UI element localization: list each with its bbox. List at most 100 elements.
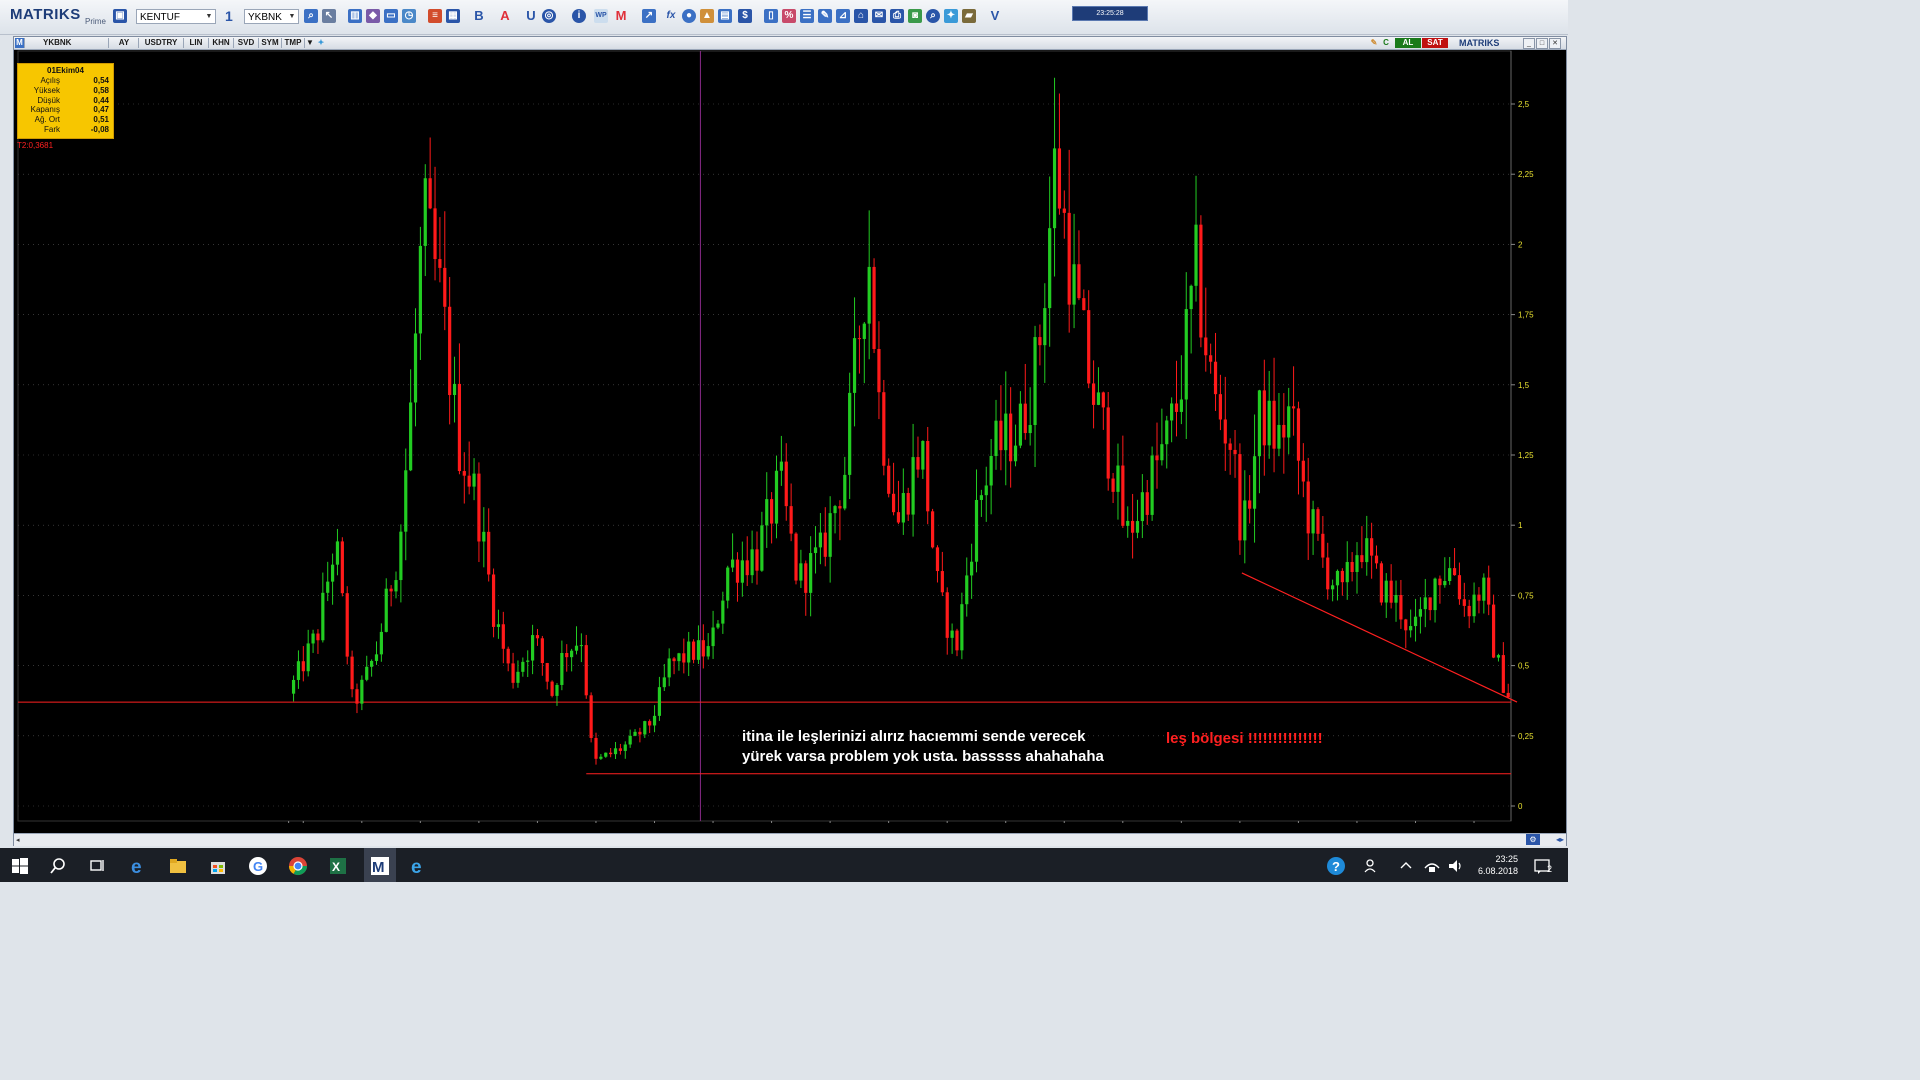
monitor-icon[interactable]: ▭: [384, 9, 398, 23]
volume-icon[interactable]: [1446, 856, 1466, 876]
list-doc-icon[interactable]: ☰: [800, 9, 814, 23]
chart-edit-icon[interactable]: ⊿: [836, 9, 850, 23]
window-menu-icon[interactable]: M: [15, 38, 25, 48]
file-explorer-icon[interactable]: [168, 856, 188, 876]
y-tick-label: 2,5: [1518, 100, 1530, 109]
candle-body: [316, 633, 320, 641]
chart-symbol-combo[interactable]: YKBNK ▼: [244, 9, 299, 24]
period-combo[interactable]: 1: [222, 9, 242, 24]
info-icon[interactable]: i: [572, 9, 586, 23]
cursor-icon[interactable]: ↖: [322, 9, 336, 23]
candle-body: [482, 531, 486, 542]
task-view-icon[interactable]: [88, 856, 108, 876]
tab-svd[interactable]: SVD: [234, 38, 259, 48]
bar-chart-icon[interactable]: ▥: [348, 9, 362, 23]
m-icon[interactable]: M: [614, 9, 628, 23]
twitter-icon[interactable]: ✦: [944, 9, 958, 23]
ohlc-info-box: 01Ekim04 Açılış 0,54 Yüksek 0,58 Düşük 0,44…: [17, 63, 114, 139]
windows-start-icon[interactable]: [10, 856, 30, 876]
horizontal-scrollbar[interactable]: ◂ ⚙ ◂▸: [14, 833, 1566, 846]
clock-icon[interactable]: ◷: [402, 9, 416, 23]
chevron-down-icon[interactable]: ▼: [305, 38, 315, 48]
candle-body: [1013, 445, 1018, 462]
price-chart[interactable]: 2,52,2521,751,51,2510,750,50,25097989900…: [14, 49, 1566, 823]
candle-body: [691, 641, 696, 660]
list-icon[interactable]: ≡: [428, 9, 442, 23]
chrome-icon[interactable]: [288, 856, 308, 876]
candle-body: [384, 588, 388, 632]
excel-icon[interactable]: X: [328, 856, 348, 876]
tab-khn[interactable]: KHN: [209, 38, 234, 48]
candle-body: [374, 654, 379, 661]
candle-body: [1326, 557, 1330, 590]
symbol-combo-value: KENTUF: [140, 12, 180, 23]
mail-icon[interactable]: ✉: [872, 9, 886, 23]
tab-ay[interactable]: AY: [110, 38, 139, 48]
scroll-left-icon[interactable]: ◂: [16, 836, 20, 844]
people-icon[interactable]: [1362, 856, 1382, 876]
candle-body: [618, 748, 622, 751]
cube-icon[interactable]: ◆: [366, 9, 380, 23]
chevron-down-icon[interactable]: ▼: [204, 10, 214, 23]
refresh-icon[interactable]: C: [1381, 38, 1391, 48]
store-icon[interactable]: [208, 856, 228, 876]
scroll-arrows-icon[interactable]: ◂▸: [1556, 835, 1564, 844]
tab-ykbnk[interactable]: YKBNK: [25, 38, 109, 48]
matriks-taskbar-button[interactable]: M: [364, 848, 396, 882]
candle-body: [935, 547, 940, 572]
chevron-up-icon[interactable]: [1396, 856, 1416, 876]
pencil-icon[interactable]: ✎: [1369, 38, 1379, 48]
function-icon[interactable]: fx: [664, 9, 678, 23]
info-label: Açılış: [40, 76, 60, 85]
tab-tmp[interactable]: TMP: [282, 38, 305, 48]
dollar-icon[interactable]: $: [738, 9, 752, 23]
percent-icon[interactable]: %: [782, 9, 796, 23]
print-icon[interactable]: ⎙: [890, 9, 904, 23]
maximize-icon[interactable]: □: [1536, 38, 1548, 49]
settings-icon[interactable]: ⚙: [1526, 834, 1540, 845]
tab-sym[interactable]: SYM: [259, 38, 282, 48]
folder-icon[interactable]: ▰: [962, 9, 976, 23]
building-icon[interactable]: ▲: [700, 9, 714, 23]
google-icon[interactable]: G: [248, 856, 268, 876]
line-chart-icon[interactable]: ↗: [642, 9, 656, 23]
globe-icon[interactable]: ◎: [542, 9, 556, 23]
tray-clock[interactable]: 23:25 6.08.2018: [1470, 853, 1518, 877]
chevron-down-icon[interactable]: ▼: [287, 10, 297, 23]
sell-button[interactable]: SAT: [1422, 38, 1448, 48]
user-icon[interactable]: ●: [682, 9, 696, 23]
search-icon[interactable]: [48, 856, 68, 876]
candle-body: [1355, 555, 1359, 572]
buy-button[interactable]: AL: [1395, 38, 1421, 48]
candle-body: [726, 567, 730, 601]
symbol-combo[interactable]: KENTUF ▼: [136, 9, 216, 24]
edge-browser-icon[interactable]: e: [128, 856, 148, 876]
minimize-icon[interactable]: _: [1523, 38, 1535, 49]
wp-icon[interactable]: WP: [594, 9, 608, 23]
tab-usdtry[interactable]: USDTRY: [139, 38, 184, 48]
info-value: 0,51: [93, 115, 109, 125]
search-icon[interactable]: ⌕: [926, 9, 940, 23]
edit-icon[interactable]: ✎: [818, 9, 832, 23]
help-icon[interactable]: ?: [1326, 856, 1346, 876]
save-icon[interactable]: ▣: [113, 9, 127, 23]
chat-icon[interactable]: ◙: [908, 9, 922, 23]
underline-u-icon[interactable]: U: [524, 9, 538, 23]
grid-icon[interactable]: ▤: [718, 9, 732, 23]
candle-body: [1062, 208, 1066, 213]
zoom-icon[interactable]: ⌕: [304, 9, 318, 23]
bold-b-icon[interactable]: B: [472, 9, 486, 23]
candle-body: [1052, 148, 1057, 229]
document-icon[interactable]: ▯: [764, 9, 778, 23]
internet-explorer-icon[interactable]: e: [408, 856, 428, 876]
text-a-icon[interactable]: A: [498, 9, 512, 23]
close-icon[interactable]: ✕: [1549, 38, 1561, 49]
twitter-icon[interactable]: ✦: [316, 38, 326, 48]
candle-body: [1409, 626, 1413, 631]
tab-lin[interactable]: LIN: [184, 38, 209, 48]
candle-body: [999, 420, 1003, 451]
home-icon[interactable]: ⌂: [854, 9, 868, 23]
table-icon[interactable]: ▦: [446, 9, 460, 23]
v-icon[interactable]: V: [988, 9, 1002, 23]
network-icon[interactable]: [1422, 856, 1442, 876]
